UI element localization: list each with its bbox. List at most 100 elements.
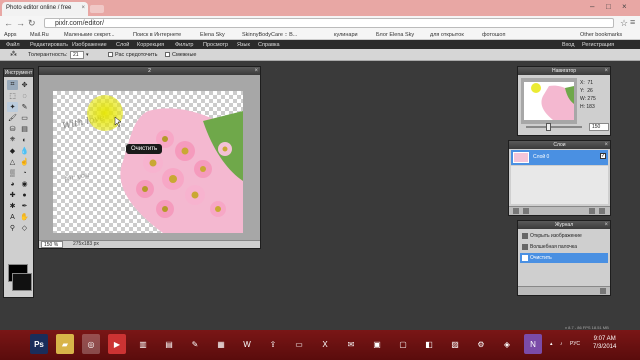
bookmark-apps[interactable]: Apps xyxy=(4,32,17,38)
new-layer-icon[interactable] xyxy=(589,208,595,214)
pencil-tool-icon[interactable]: ✎ xyxy=(19,102,30,112)
menu-edit[interactable]: Редактировать xyxy=(30,42,68,48)
close-tab-icon[interactable]: × xyxy=(81,5,85,11)
move-tool-icon[interactable]: ✥ xyxy=(19,80,30,90)
excel-icon[interactable]: X xyxy=(316,334,334,354)
files-icon[interactable]: ▤ xyxy=(160,334,178,354)
settings-icon[interactable]: ⚙ xyxy=(472,334,490,354)
blur-tool-icon[interactable]: 💧 xyxy=(19,146,30,156)
zoom-tool-icon[interactable]: ⚲ xyxy=(7,223,18,233)
menu-adjust[interactable]: Коррекция xyxy=(137,42,164,48)
address-bar[interactable]: pixlr.com/editor/ xyxy=(44,18,614,28)
bookmark-mailru[interactable]: Mail.Ru xyxy=(30,32,49,38)
dodge-tool-icon[interactable]: ◔ xyxy=(19,168,30,178)
color-picker-icon[interactable]: ✒ xyxy=(19,201,30,211)
monitor-icon[interactable]: ▭ xyxy=(290,334,308,354)
volume-icon[interactable]: ♪ xyxy=(560,341,563,347)
eraser-tool-icon[interactable]: ▭ xyxy=(19,113,30,123)
menu-image[interactable]: Изображение xyxy=(72,42,107,48)
back-icon[interactable]: ← xyxy=(4,18,13,28)
video-icon[interactable]: ▶ xyxy=(108,334,126,354)
menu-icon[interactable]: ≡ xyxy=(630,17,635,27)
delete-history-icon[interactable] xyxy=(600,288,606,294)
layers-close-icon[interactable]: × xyxy=(604,141,608,149)
bloat-tool-icon[interactable]: ● xyxy=(19,190,30,200)
tolerance-dropdown-icon[interactable]: ▾ xyxy=(86,52,89,58)
calculator-icon[interactable]: ▦ xyxy=(212,334,230,354)
paint-icon[interactable]: ✎ xyxy=(186,334,204,354)
burn-tool-icon[interactable]: ◕ xyxy=(7,179,18,189)
sponge-tool-icon[interactable]: ▒ xyxy=(7,168,18,178)
layer-mask-icon[interactable] xyxy=(523,208,529,214)
bookmark-cards[interactable]: для открыток xyxy=(430,32,464,38)
type-tool-icon[interactable]: A xyxy=(7,212,18,222)
zoom-slider-handle[interactable] xyxy=(546,123,551,131)
antialias-checkbox[interactable] xyxy=(108,52,113,58)
layer-row[interactable]: Слой 0 ✓ xyxy=(511,150,608,165)
bookmark-blog[interactable]: Блог Elena Sky xyxy=(376,32,414,38)
history-close-icon[interactable]: × xyxy=(604,221,608,229)
gallery-icon[interactable]: ▨ xyxy=(446,334,464,354)
menu-file[interactable]: Файл xyxy=(6,42,20,48)
upload-icon[interactable]: ⇪ xyxy=(264,334,282,354)
red-eye-tool-icon[interactable]: ◉ xyxy=(19,179,30,189)
login-link[interactable]: Вход xyxy=(562,42,574,48)
maximize-icon[interactable]: □ xyxy=(606,2,611,11)
layer-visibility-checkbox[interactable]: ✓ xyxy=(600,153,606,159)
spot-heal-icon[interactable]: ✚ xyxy=(7,190,18,200)
delete-layer-icon[interactable] xyxy=(599,208,605,214)
reload-icon[interactable]: ↻ xyxy=(28,18,36,28)
tolerance-input[interactable]: 21 xyxy=(70,51,84,59)
navigator-thumbnail[interactable] xyxy=(521,78,577,124)
chrome-icon[interactable]: ◎ xyxy=(82,334,100,354)
bookmark-elena[interactable]: Elena Sky xyxy=(200,32,225,38)
bookmark-search[interactable]: Поиск в Интернете xyxy=(133,32,181,38)
bookmark-photoshop[interactable]: фотошоп xyxy=(482,32,505,38)
menu-filter[interactable]: Фильтр xyxy=(175,42,193,48)
hand-tool-icon[interactable]: ✋ xyxy=(19,212,30,222)
word-icon[interactable]: W xyxy=(238,334,256,354)
navigator-zoom-input[interactable]: 150 xyxy=(589,123,609,131)
screen-icon[interactable]: ▢ xyxy=(394,334,412,354)
browser-tab[interactable]: Photo editor online / free × xyxy=(2,2,88,16)
pinch-tool-icon[interactable]: ✱ xyxy=(7,201,18,211)
star-icon[interactable]: ☆ xyxy=(620,18,628,28)
history-item-selected[interactable]: Очистить xyxy=(520,253,608,263)
smudge-tool-icon[interactable]: ☝ xyxy=(19,157,30,167)
sharpen-tool-icon[interactable]: △ xyxy=(7,157,18,167)
menu-help[interactable]: Справка xyxy=(258,42,280,48)
history-item[interactable]: Открыть изображение xyxy=(520,231,608,241)
extra-tool-icon[interactable]: ◇ xyxy=(19,223,30,233)
bookmark-secrets[interactable]: Маленькие секрет... xyxy=(64,32,115,38)
magic-wand-tool-icon[interactable]: ✦ xyxy=(7,102,18,112)
menu-layer[interactable]: Слой xyxy=(116,42,129,48)
antialias-option[interactable]: Рас средоточить xyxy=(108,52,157,58)
notebook-icon[interactable]: ▥ xyxy=(134,334,152,354)
clock[interactable]: 9:07 AM 7/3/2014 xyxy=(593,335,616,351)
background-color-swatch[interactable] xyxy=(12,273,32,291)
other-bookmarks[interactable]: Other bookmarks xyxy=(580,32,622,38)
photoshop-icon[interactable]: Ps xyxy=(30,334,48,354)
history-item[interactable]: Волшебная палочка xyxy=(520,242,608,252)
tray-arrow-icon[interactable]: ▴ xyxy=(550,341,553,347)
contiguous-option[interactable]: Смежные xyxy=(165,52,196,58)
gradient-tool-icon[interactable]: ▤ xyxy=(19,124,30,134)
close-window-icon[interactable]: × xyxy=(622,2,627,11)
folder-icon[interactable]: ▰ xyxy=(56,334,74,354)
app-icon[interactable]: ◈ xyxy=(498,334,516,354)
layer-settings-icon[interactable] xyxy=(513,208,519,214)
navigator-close-icon[interactable]: × xyxy=(604,67,608,75)
color-replace-icon[interactable]: ◐ xyxy=(19,135,30,145)
new-tab-button[interactable] xyxy=(90,5,104,13)
onenote-icon[interactable]: N xyxy=(524,334,542,354)
stamp-tool-icon[interactable]: ⎈ xyxy=(7,135,18,145)
minimize-icon[interactable]: – xyxy=(590,2,594,11)
close-document-icon[interactable]: × xyxy=(254,67,258,75)
menu-language[interactable]: Язык xyxy=(237,42,250,48)
bucket-tool-icon[interactable]: ⛁ xyxy=(7,124,18,134)
drawing-tool-icon[interactable]: ◆ xyxy=(7,146,18,156)
menu-view[interactable]: Просмотр xyxy=(203,42,228,48)
bookmark-cooking[interactable]: кулинари xyxy=(334,32,358,38)
forward-icon[interactable]: → xyxy=(16,18,25,28)
language-indicator[interactable]: РУС xyxy=(570,341,580,347)
